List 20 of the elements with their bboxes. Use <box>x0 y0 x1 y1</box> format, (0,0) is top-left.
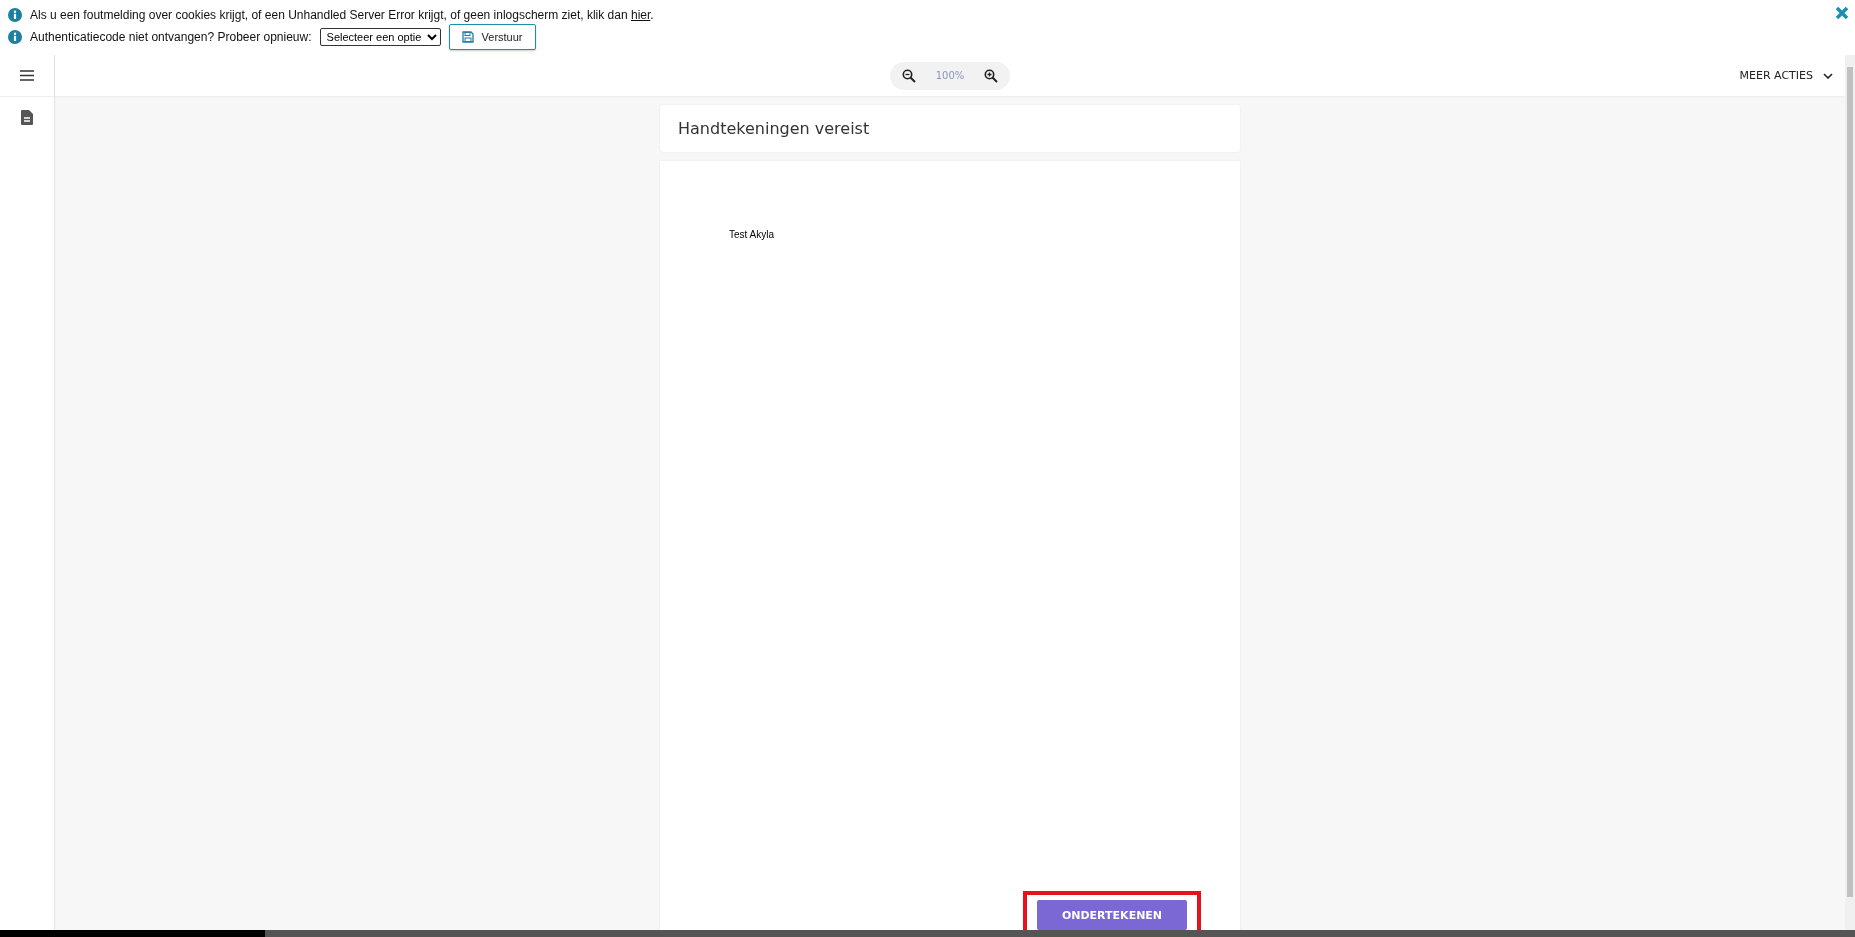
more-actions-button[interactable]: MEER ACTIES <box>1733 68 1845 83</box>
info-icon <box>8 8 22 22</box>
document-title: Handtekeningen vereist <box>678 119 870 138</box>
scrollbar-thumb[interactable] <box>1847 67 1853 897</box>
document-icon[interactable] <box>21 110 33 125</box>
zoom-in-icon[interactable] <box>984 68 999 83</box>
zoom-level: 100% <box>935 70 965 81</box>
document-text: Test Akyla <box>729 229 775 240</box>
option-select[interactable]: Selecteer een optie <box>319 28 441 46</box>
notice-text: Als u een foutmelding over cookies krijgt, of een Unhandled Server Error krijgt, of geen inlogscherm ziet, klik dan hier. <box>30 8 654 22</box>
save-icon <box>461 31 474 43</box>
send-button[interactable]: Verstuur <box>448 24 536 50</box>
sign-button[interactable]: ONDERTEKENEN <box>1037 900 1187 930</box>
chevron-down-icon <box>1823 72 1833 79</box>
info-icon <box>8 30 22 44</box>
menu-icon[interactable] <box>20 70 34 81</box>
here-link[interactable]: hier <box>630 8 651 22</box>
close-icon[interactable] <box>1835 6 1849 20</box>
zoom-out-icon[interactable] <box>901 68 916 83</box>
notice-text: Authenticatiecode niet ontvangen? Probeer opnieuw: <box>30 30 312 44</box>
